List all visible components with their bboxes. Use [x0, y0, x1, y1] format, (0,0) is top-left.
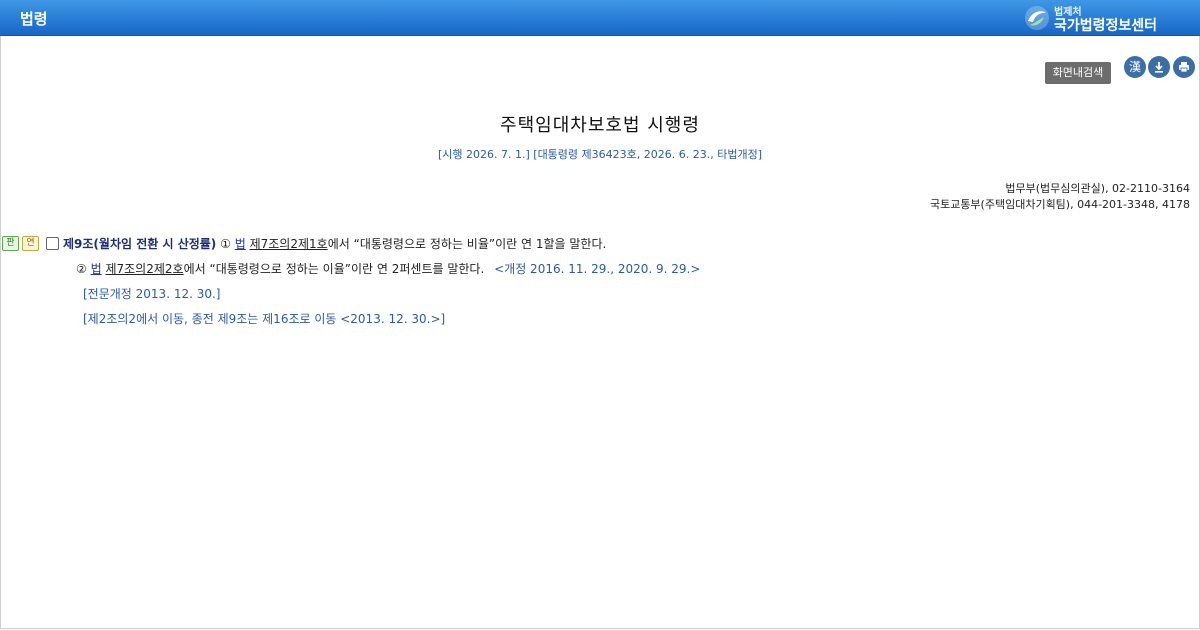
hanja-label: 漢: [1128, 60, 1141, 74]
full-revision-note: [전문개정 2013. 12. 30.]: [83, 287, 221, 301]
header-title: 법령: [20, 10, 48, 28]
hanja-toggle-button[interactable]: 漢: [1124, 56, 1146, 78]
amendment-note: <개정 2016. 11. 29., 2020. 9. 29.>: [494, 262, 701, 276]
download-button[interactable]: [1148, 56, 1170, 78]
enforcement-info: [시행 2026. 7. 1.] [대통령령 제36423호, 2026. 6.…: [437, 148, 763, 161]
print-button[interactable]: [1173, 56, 1195, 78]
law-title: 주택임대차보호법 시행령: [500, 115, 700, 136]
paragraph-number: ①: [220, 237, 231, 251]
article-ref-link[interactable]: 제7조의2제1호: [250, 237, 328, 251]
article-paragraph-1: 제9조(월차임 전환 시 산정률) ① 법 제7조의2제1호에서 “대통령령으로…: [63, 235, 606, 252]
download-icon: [1155, 62, 1163, 73]
article-title: 제9조(월차임 전환 시 산정률): [63, 237, 217, 251]
brand-logo[interactable]: 법제처 국가법령정보센터: [1024, 3, 1174, 34]
law-link[interactable]: 법: [91, 262, 102, 276]
brand-swirl-icon: [1025, 6, 1049, 30]
paragraph-text: 에서 “대통령령으로 정하는 비율”이란 연 1할을 말한다.: [327, 237, 607, 251]
article-ref-link[interactable]: 제7조의2제2호: [105, 262, 183, 276]
article-paragraph-2: ② 법 제7조의2제2호에서 “대통령령으로 정하는 이율”이란 연 2퍼센트를…: [76, 260, 700, 277]
paragraph-text: 에서 “대통령령으로 정하는 이율”이란 연 2퍼센트를 말한다.: [183, 262, 485, 276]
paragraph-number: ②: [76, 262, 87, 276]
relocation-note: [제2조의2에서 이동, 종전 제9조는 제16조로 이동 <2013. 12.…: [83, 312, 446, 326]
ministry-contact-2: 국토교통부(주택임대차기획팀), 044-201-3348, 4178: [929, 198, 1190, 211]
law-link[interactable]: 법: [235, 237, 246, 251]
precedent-tag[interactable]: 판: [2, 236, 19, 251]
history-tag[interactable]: 연: [22, 236, 39, 251]
in-page-search-button[interactable]: 화면내검색: [1045, 62, 1111, 84]
ministry-contact-1: 법무부(법무심의관실), 02-2110-3164: [1005, 182, 1190, 195]
article-checkbox[interactable]: [46, 237, 59, 250]
top-header-bar: 법령 법제처 국가법령정보센터: [0, 0, 1200, 36]
brand-name: 국가법령정보센터: [1054, 18, 1158, 34]
print-icon: [1179, 62, 1189, 73]
